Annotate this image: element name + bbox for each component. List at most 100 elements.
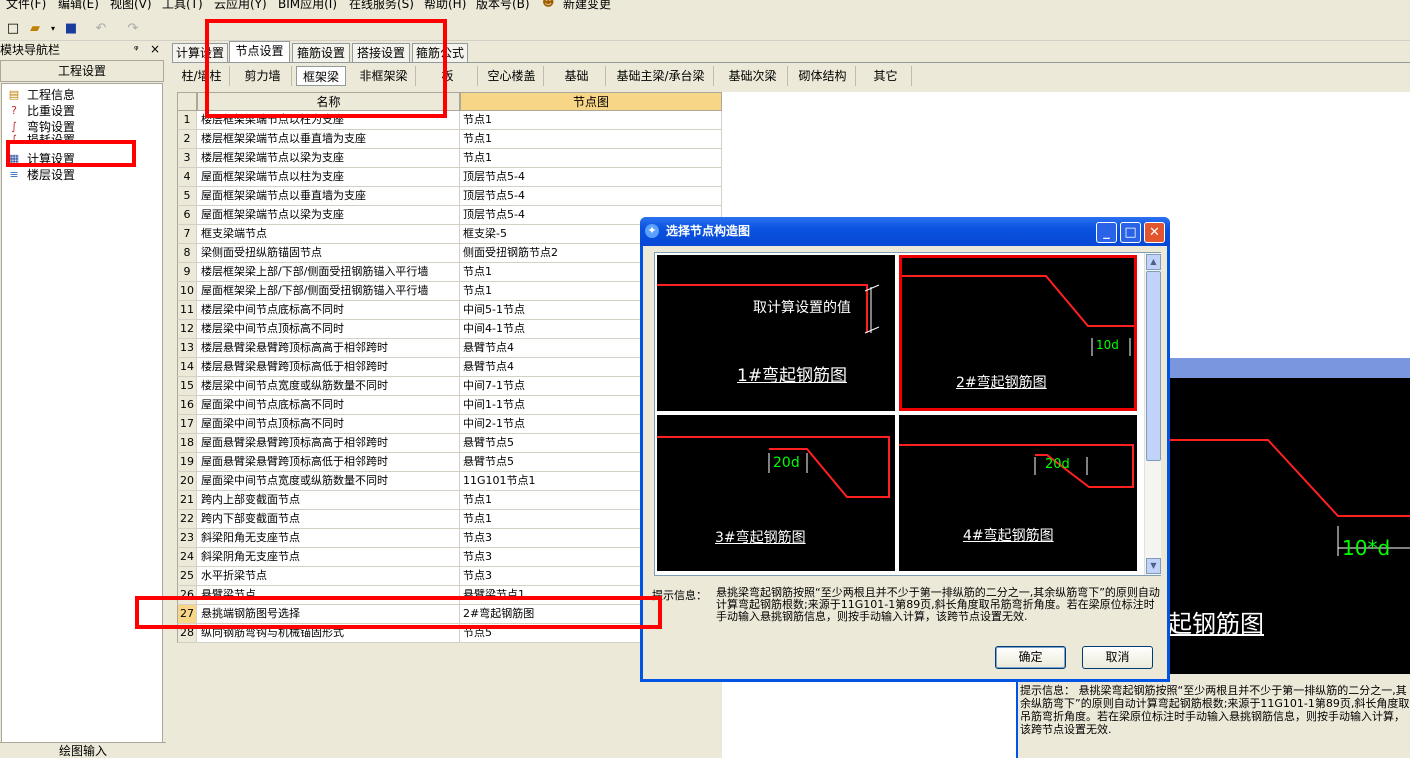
question-icon: ?	[11, 103, 17, 117]
scroll-thumb[interactable]	[1146, 271, 1161, 461]
diagram-scrollbar[interactable]: ▲ ▼	[1144, 253, 1161, 575]
tree-item-loss[interactable]: ∫ 损耗设置	[6, 134, 75, 144]
row-name: 屋面梁中间节点顶标高不同时	[197, 415, 460, 434]
row-number: 10	[177, 282, 197, 301]
tab-node-settings[interactable]: 节点设置	[229, 41, 290, 63]
close-icon[interactable]: ✕	[1144, 222, 1165, 243]
tab-stirrup-settings[interactable]: 箍筋设置	[292, 43, 350, 63]
tab-foundation[interactable]: 基础	[548, 66, 606, 86]
row-name: 屋面框架梁端节点以柱为支座	[197, 168, 460, 187]
redo-icon[interactable]: ↷	[124, 19, 142, 37]
row-name: 悬挑端钢筋图号选择	[197, 605, 460, 624]
menu-tools[interactable]: 工具(T)	[162, 0, 203, 12]
tab-other[interactable]: 其它	[860, 66, 912, 86]
row-name: 屋面梁中间节点底标高不同时	[197, 396, 460, 415]
dialog-titlebar[interactable]: ✦ 选择节点构造图 _ □ ✕	[640, 217, 1170, 246]
table-row[interactable]: 2 楼层框架梁端节点以垂直墙为支座 节点1	[177, 130, 722, 149]
nav-bottom-drawing-input[interactable]: 绘图输入	[0, 742, 166, 758]
component-tabs: 柱/墙柱 剪力墙 框架梁 非框架梁 板 空心楼盖 基础 基础主梁/承台梁 基础次…	[172, 62, 1410, 88]
dialog-title: 选择节点构造图	[666, 224, 751, 238]
diagram-cell-1[interactable]: 取计算设置的值 1#弯起钢筋图	[657, 255, 895, 411]
row-value[interactable]: 顶层节点5-4	[460, 187, 722, 206]
tab-frame-beam[interactable]: 框架梁	[296, 66, 346, 86]
menu-file[interactable]: 文件(F)	[6, 0, 46, 12]
tab-hollow-floor[interactable]: 空心楼盖	[480, 66, 544, 86]
row-number: 4	[177, 168, 197, 187]
pin-icon[interactable]: ᵠ	[134, 42, 139, 58]
row-name: 跨内上部变截面节点	[197, 491, 460, 510]
menu-help[interactable]: 帮助(H)	[424, 0, 466, 12]
rebar-line	[902, 275, 1134, 327]
menu-bim[interactable]: BIM应用(I)	[278, 0, 337, 12]
tab-foundation-sub-beam[interactable]: 基础次梁	[718, 66, 788, 86]
row-number: 16	[177, 396, 197, 415]
row-number: 22	[177, 510, 197, 529]
row-value[interactable]: 节点1	[460, 111, 722, 130]
row-name: 屋面梁中间节点宽度或纵筋数量不同时	[197, 472, 460, 491]
tab-stirrup-formula[interactable]: 箍筋公式	[412, 43, 468, 63]
tree-item-weight[interactable]: ? 比重设置	[6, 102, 75, 118]
column-header-node-diagram[interactable]: 节点图	[460, 92, 722, 111]
tab-lap-settings[interactable]: 搭接设置	[352, 43, 410, 63]
row-number: 3	[177, 149, 197, 168]
table-row[interactable]: 1 楼层框架梁端节点以柱为支座 节点1	[177, 111, 722, 130]
tab-masonry[interactable]: 砌体结构	[790, 66, 856, 86]
nav-tree: ▤ 工程信息 ? 比重设置 ∫ 弯钩设置 ∫ 损耗设置 ▦ 计算设置 ≡ 楼层设…	[1, 83, 163, 743]
tree-item-floor[interactable]: ≡ 楼层设置	[6, 166, 75, 182]
row-number: 8	[177, 244, 197, 263]
undo-icon[interactable]: ↶	[92, 19, 110, 37]
tab-non-frame-beam[interactable]: 非框架梁	[352, 66, 416, 86]
background-hint-text: 悬挑梁弯起钢筋按照“至少两根且并不少于第一排纵筋的二分之一,其余纵筋弯下”的原则…	[1020, 684, 1410, 736]
row-value[interactable]: 节点1	[460, 149, 722, 168]
diagram-cell-4[interactable]: 20d 4#弯起钢筋图	[899, 415, 1137, 571]
cancel-button[interactable]: 取消	[1082, 646, 1153, 669]
row-number: 21	[177, 491, 197, 510]
menu-view[interactable]: 视图(V)	[110, 0, 152, 12]
menu-cloud[interactable]: 云应用(Y)	[214, 0, 267, 12]
close-icon[interactable]: ×	[150, 41, 160, 57]
maximize-icon[interactable]: □	[1120, 222, 1141, 243]
row-number: 6	[177, 206, 197, 225]
diagram-3-label: 3#弯起钢筋图	[715, 530, 806, 546]
tab-column[interactable]: 柱/墙柱	[174, 66, 230, 86]
row-name: 屋面框架梁上部/下部/侧面受扭钢筋锚入平行墙	[197, 282, 460, 301]
table-row[interactable]: 3 楼层框架梁端节点以梁为支座 节点1	[177, 149, 722, 168]
row-number: 25	[177, 567, 197, 586]
menu-icon-1[interactable]: ☻	[542, 0, 555, 9]
module-nav-panel: 模块导航栏 ᵠ × 工程设置 ▤ 工程信息 ? 比重设置 ∫ 弯钩设置 ∫ 损耗…	[0, 42, 166, 758]
diagram-cell-2[interactable]: 10d 2#弯起钢筋图	[899, 255, 1137, 411]
diagram-3-dim: 20d	[773, 455, 800, 471]
open-dropdown-icon[interactable]: ▾	[44, 19, 62, 37]
tree-item-label: 工程信息	[27, 87, 76, 102]
table-row[interactable]: 4 屋面框架梁端节点以柱为支座 顶层节点5-4	[177, 168, 722, 187]
tab-calc-settings[interactable]: 计算设置	[172, 43, 228, 63]
row-name: 水平折梁节点	[197, 567, 460, 586]
nav-header[interactable]: 工程设置	[0, 60, 164, 82]
scroll-up-icon[interactable]: ▲	[1146, 254, 1161, 270]
save-icon[interactable]: ■	[62, 19, 80, 37]
row-name: 楼层框架梁端节点以垂直墙为支座	[197, 130, 460, 149]
row-value[interactable]: 节点1	[460, 130, 722, 149]
menu-version[interactable]: 版本号(B)	[476, 0, 530, 12]
menu-new-change[interactable]: 新建变更	[563, 0, 611, 12]
menu-edit[interactable]: 编辑(E)	[58, 0, 99, 12]
tab-foundation-main-beam[interactable]: 基础主梁/承台梁	[608, 66, 714, 86]
open-folder-icon[interactable]: ▰	[26, 19, 44, 37]
scroll-down-icon[interactable]: ▼	[1146, 558, 1161, 574]
toolbar: □ ▰ ▾ ■ ↶ ↷	[0, 15, 1410, 41]
ok-button[interactable]: 确定	[995, 646, 1066, 669]
diagram-4-svg	[899, 444, 1134, 488]
tree-item-project-info[interactable]: ▤ 工程信息	[6, 86, 75, 102]
tab-slab[interactable]: 板	[418, 66, 478, 86]
tree-item-calc[interactable]: ▦ 计算设置	[6, 150, 75, 166]
row-value[interactable]: 顶层节点5-4	[460, 168, 722, 187]
background-dim-label: 10*d	[1342, 536, 1391, 560]
diagram-cell-3[interactable]: 20d 3#弯起钢筋图	[657, 415, 895, 571]
menu-online[interactable]: 在线服务(S)	[349, 0, 414, 12]
new-file-icon[interactable]: □	[4, 19, 22, 37]
tree-item-hook[interactable]: ∫ 弯钩设置	[6, 118, 75, 134]
tab-shear-wall[interactable]: 剪力墙	[234, 66, 292, 86]
minimize-icon[interactable]: _	[1096, 222, 1117, 243]
table-row[interactable]: 5 屋面框架梁端节点以垂直墙为支座 顶层节点5-4	[177, 187, 722, 206]
column-header-name[interactable]: 名称	[197, 92, 460, 111]
